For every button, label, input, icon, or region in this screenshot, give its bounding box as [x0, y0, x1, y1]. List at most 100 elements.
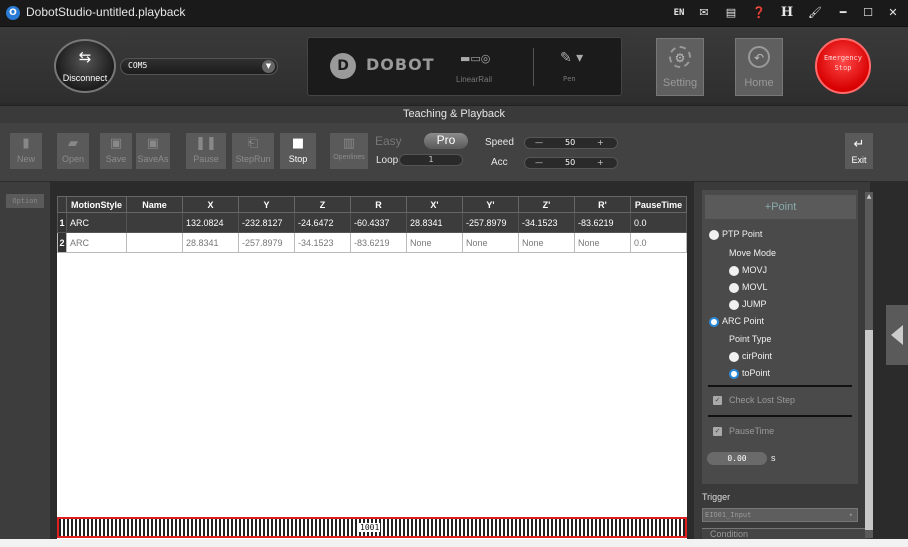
pro-mode-toggle[interactable]: Pro [424, 133, 468, 149]
speed-stepper[interactable]: — 50 + [524, 137, 618, 149]
column-header[interactable]: Y [238, 196, 295, 213]
scroll-up-icon[interactable]: ▲ [865, 193, 873, 200]
check-lost-step-checkbox[interactable]: ✓ [713, 396, 722, 405]
speed-minus-button[interactable]: — [535, 138, 543, 148]
loop-input[interactable]: 1 [399, 154, 463, 166]
steprun-button[interactable]: ⎗ StepRun [232, 133, 274, 169]
column-header[interactable]: Z [294, 196, 351, 213]
table-cell[interactable]: 28.8341 [182, 232, 239, 253]
table-cell[interactable]: 132.0824 [182, 212, 239, 233]
ptp-point-radio[interactable] [709, 230, 719, 240]
table-row[interactable]: 1 ARC 132.0824 -232.8127 -24.6472 -60.43… [57, 212, 687, 233]
port-select[interactable]: COM5 ▼ [120, 58, 278, 75]
setting-button[interactable]: ⚙ Setting [656, 38, 704, 96]
trigger-value: EIO01_Input [705, 511, 752, 519]
table-cell[interactable]: 28.8341 [406, 212, 463, 233]
exit-button[interactable]: ↵ Exit [845, 133, 873, 169]
table-cell[interactable]: -232.8127 [238, 212, 295, 233]
table-cell[interactable]: ARC [66, 232, 127, 253]
gear-icon: ⚙ [669, 46, 691, 68]
trigger-select[interactable]: EIO01_Input ▾ [702, 508, 858, 522]
exit-icon: ↵ [853, 137, 865, 152]
pause-button[interactable]: ❚❚ Pause [186, 133, 226, 169]
table-cell[interactable] [126, 232, 183, 253]
jump-radio[interactable] [729, 300, 739, 310]
speed-value: 50 [565, 138, 576, 147]
left-gutter [0, 182, 50, 539]
column-header[interactable]: Z' [518, 196, 575, 213]
horizontal-scrollbar[interactable]: 1001 [57, 517, 687, 538]
table-cell[interactable]: None [406, 232, 463, 253]
table-cell[interactable]: -34.1523 [294, 232, 351, 253]
movj-label: MOVJ [742, 265, 768, 275]
column-header[interactable]: MotionStyle [66, 196, 127, 213]
table-cell[interactable]: 0.0 [630, 212, 687, 233]
ptp-point-label: PTP Point [722, 229, 763, 239]
table-cell[interactable]: None [574, 232, 631, 253]
table-cell[interactable] [126, 212, 183, 233]
to-point-radio[interactable] [729, 369, 739, 379]
language-icon[interactable]: EN [670, 5, 688, 21]
chevron-down-icon[interactable]: ▼ [262, 60, 275, 73]
table-row[interactable]: 2 ARC 28.8341 -257.8979 -34.1523 -83.621… [57, 232, 687, 253]
table-cell[interactable]: ARC [66, 212, 127, 233]
table-cell[interactable]: -60.4337 [350, 212, 407, 233]
open-button[interactable]: ▰ Open [57, 133, 89, 169]
speed-plus-button[interactable]: + [597, 138, 604, 148]
maximize-icon[interactable]: ☐ [859, 5, 877, 21]
linear-rail-icon[interactable]: ▬▭◎ [460, 52, 500, 66]
dobot-logo-icon: D [330, 53, 356, 79]
mail-icon[interactable]: ✉ [695, 5, 713, 21]
h-icon[interactable]: H [778, 5, 796, 21]
close-icon[interactable]: ✕ [884, 5, 902, 21]
table-cell[interactable]: 0.0 [630, 232, 687, 253]
check-lost-step-label: Check Lost Step [729, 395, 796, 405]
vertical-scrollbar-thumb[interactable] [865, 330, 873, 530]
table-cell[interactable]: -83.6219 [350, 232, 407, 253]
easy-mode-toggle[interactable]: Easy [375, 134, 402, 148]
option-button[interactable]: Option [6, 194, 44, 208]
stop-button[interactable]: ■ Stop [280, 133, 316, 169]
column-header[interactable]: R' [574, 196, 631, 213]
emergency-stop-button[interactable]: Emergency Stop [815, 38, 871, 94]
color-icon[interactable]: 🖌 [806, 5, 824, 21]
collapse-panel-button[interactable] [886, 305, 908, 365]
column-header[interactable]: X [182, 196, 239, 213]
pen-icon[interactable]: ✎ ▾ [560, 50, 590, 70]
movj-radio[interactable] [729, 266, 739, 276]
openlines-button[interactable]: ▥ Openlines [330, 133, 368, 169]
acc-stepper[interactable]: — 50 + [524, 157, 618, 169]
add-point-button[interactable]: +Point [705, 195, 856, 219]
table-cell[interactable]: -257.8979 [462, 212, 519, 233]
column-header[interactable]: PauseTime [630, 196, 687, 213]
column-header[interactable]: R [350, 196, 407, 213]
table-cell[interactable]: -34.1523 [518, 212, 575, 233]
status-strip [0, 539, 908, 547]
acc-minus-button[interactable]: — [535, 158, 543, 168]
table-cell[interactable]: None [462, 232, 519, 253]
pause-time-checkbox[interactable]: ✓ [713, 427, 722, 436]
pause-time-input[interactable]: 0.00 [707, 452, 767, 465]
column-header[interactable]: Y' [462, 196, 519, 213]
home-button[interactable]: ↶ Home [735, 38, 783, 96]
doc-icon[interactable]: ▤ [722, 5, 740, 21]
arc-point-radio[interactable] [709, 317, 719, 327]
column-header[interactable]: X' [406, 196, 463, 213]
table-cell[interactable]: None [518, 232, 575, 253]
cir-point-radio[interactable] [729, 352, 739, 362]
save-button[interactable]: ▣ Save [100, 133, 132, 169]
minimize-icon[interactable]: ━ [834, 5, 852, 21]
acc-plus-button[interactable]: + [597, 158, 604, 168]
arc-point-label: ARC Point [722, 316, 765, 326]
table-cell[interactable]: -83.6219 [574, 212, 631, 233]
movl-radio[interactable] [729, 283, 739, 293]
column-header[interactable]: Name [126, 196, 183, 213]
disconnect-button[interactable]: ⇆ Disconnect [54, 39, 116, 93]
disconnect-label: Disconnect [62, 73, 108, 83]
table-cell[interactable]: -24.6472 [294, 212, 351, 233]
new-button[interactable]: ▮ New [10, 133, 42, 169]
section-title: Teaching & Playback [0, 105, 908, 124]
table-cell[interactable]: -257.8979 [238, 232, 295, 253]
saveas-button[interactable]: ▣ SaveAs [136, 133, 170, 169]
help-icon[interactable]: ❓ [750, 5, 768, 21]
